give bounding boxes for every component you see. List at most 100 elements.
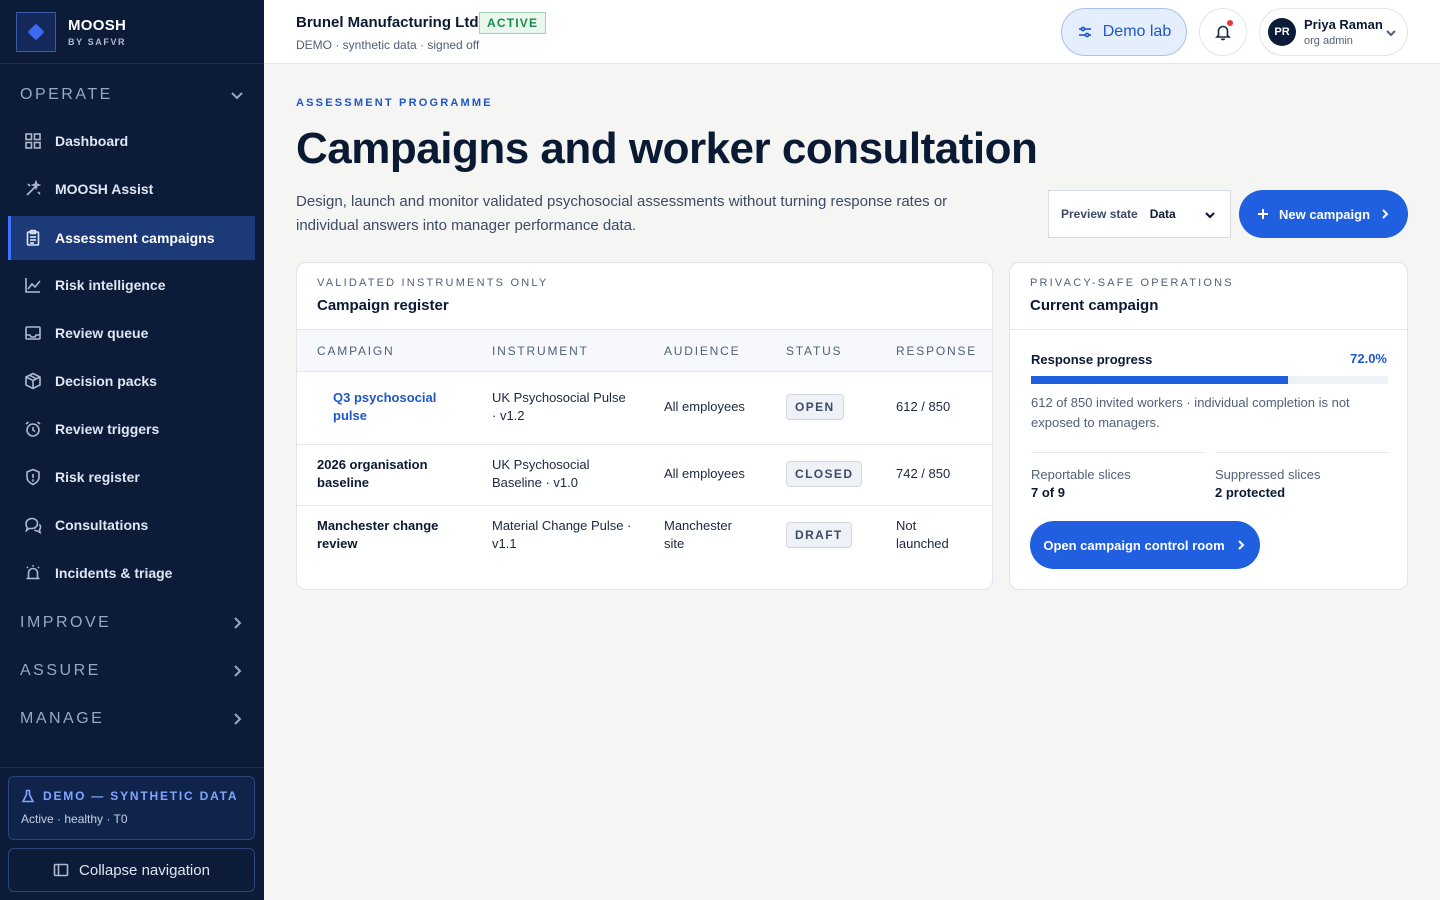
sparkle-wand-icon	[26, 180, 42, 196]
notification-dot	[1227, 20, 1233, 26]
demo-lab-button[interactable]: Demo lab	[1061, 8, 1187, 56]
sidebar-panel-icon	[53, 863, 69, 877]
response-progress-label: Response progress	[1031, 352, 1153, 367]
preview-state-value: Data	[1149, 207, 1176, 221]
org-subtitle: DEMO · synthetic data · signed off	[296, 38, 480, 52]
campaign-link[interactable]: Q3 psychosocial pulse	[333, 389, 453, 425]
section-manage-label: MANAGE	[20, 710, 105, 727]
sidebar-item-dashboard[interactable]: Dashboard	[8, 119, 255, 163]
register-title: Campaign register	[317, 297, 449, 314]
flask-icon	[21, 789, 35, 803]
preview-state-label: Preview state	[1061, 207, 1138, 221]
sidebar-item-review-triggers[interactable]: Review triggers	[8, 407, 255, 451]
instrument-cell: Material Change Pulse · v1.1	[492, 518, 632, 551]
sidebar-item-label: Review queue	[55, 325, 149, 341]
sidebar-item-incidents-triage[interactable]: Incidents & triage	[8, 551, 255, 595]
brand-subtitle: BY SAFVR	[68, 36, 127, 47]
chat-bubbles-icon	[25, 517, 42, 534]
trend-chart-icon	[25, 278, 41, 293]
sidebar-item-assessment-campaigns[interactable]: Assessment campaigns	[8, 216, 255, 260]
response-progress-value: 72.0%	[1350, 351, 1387, 366]
open-control-room-button[interactable]: Open campaign control room	[1030, 521, 1260, 569]
alarm-clock-icon	[25, 421, 41, 437]
user-menu-button[interactable]: PR Priya Raman org admin	[1259, 8, 1408, 56]
response-cell: Not launched	[896, 518, 949, 551]
status-badge: OPEN	[786, 394, 844, 420]
sidebar-item-decision-packs[interactable]: Decision packs	[8, 359, 255, 403]
topbar: Brunel Manufacturing Ltd ACTIVE DEMO · s…	[264, 0, 1440, 64]
table-header: CAMPAIGN INSTRUMENT AUDIENCE STATUS RESP…	[297, 330, 992, 372]
notifications-button[interactable]	[1199, 8, 1247, 56]
instrument-cell: UK Psychosocial Baseline · v1.0	[492, 457, 590, 490]
progress-bar	[1031, 376, 1388, 384]
audience-cell: All employees	[664, 399, 745, 414]
campaign-name: Manchester change review	[317, 518, 439, 551]
shield-icon	[26, 468, 40, 486]
org-name[interactable]: Brunel Manufacturing Ltd	[296, 14, 479, 31]
table-row[interactable]: 2026 organisation baseline UK Psychosoci…	[297, 445, 992, 506]
register-eyebrow: VALIDATED INSTRUMENTS ONLY	[317, 277, 549, 289]
section-assure[interactable]: ASSURE	[0, 647, 264, 695]
section-assure-label: ASSURE	[20, 662, 101, 679]
column-status: STATUS	[786, 344, 843, 358]
open-control-room-label: Open campaign control room	[1043, 537, 1225, 553]
new-campaign-button[interactable]: New campaign	[1239, 190, 1408, 238]
sidebar: MOOSH BY SAFVR OPERATE Dashboard MOOSH A…	[0, 0, 264, 900]
sidebar-item-label: Risk register	[55, 469, 140, 485]
progress-bar-fill	[1031, 376, 1289, 384]
progress-note: 612 of 850 invited workers · individual …	[1031, 395, 1350, 430]
chevron-right-icon	[1237, 540, 1245, 550]
column-audience: AUDIENCE	[664, 344, 741, 358]
current-campaign-card: PRIVACY-SAFE OPERATIONS Current campaign…	[1009, 262, 1408, 590]
chevron-right-icon	[234, 713, 242, 725]
brand-name: MOOSH	[68, 16, 127, 34]
table-row[interactable]: Manchester change review Material Change…	[297, 506, 992, 567]
preview-state-select[interactable]: Preview state Data	[1048, 190, 1231, 238]
user-role: org admin	[1304, 35, 1353, 47]
status-badge: CLOSED	[786, 461, 863, 487]
table-row[interactable]: Q3 psychosocial pulse UK Psychosocial Pu…	[297, 372, 992, 445]
logo-icon	[16, 11, 56, 52]
section-manage[interactable]: MANAGE	[0, 695, 264, 743]
chevron-down-icon	[1205, 212, 1215, 219]
suppressed-slices-value: 2 protected	[1215, 485, 1286, 500]
chevron-right-icon	[234, 665, 242, 677]
current-eyebrow: PRIVACY-SAFE OPERATIONS	[1030, 277, 1234, 289]
sidebar-divider	[0, 767, 264, 768]
section-improve-label: IMPROVE	[20, 614, 112, 631]
current-title: Current campaign	[1030, 297, 1159, 314]
sidebar-item-risk-register[interactable]: Risk register	[8, 455, 255, 499]
section-operate-label: OPERATE	[20, 86, 113, 103]
page-description: Design, launch and monitor validated psy…	[296, 193, 948, 234]
sidebar-item-label: Review triggers	[55, 421, 160, 437]
sidebar-item-label: Decision packs	[55, 373, 157, 389]
package-icon	[25, 372, 41, 390]
collapse-navigation-label: Collapse navigation	[79, 861, 210, 879]
sidebar-item-label: Assessment campaigns	[55, 230, 215, 246]
section-improve[interactable]: IMPROVE	[0, 599, 264, 647]
chevron-down-icon	[231, 92, 243, 100]
campaign-name: 2026 organisation baseline	[317, 457, 428, 490]
inbox-icon	[25, 326, 41, 340]
brand[interactable]: MOOSH BY SAFVR	[0, 0, 264, 64]
column-instrument: INSTRUMENT	[492, 344, 589, 358]
response-cell: 612 / 850	[896, 399, 951, 414]
campaign-register-card: VALIDATED INSTRUMENTS ONLY Campaign regi…	[296, 262, 993, 590]
user-name: Priya Raman	[1304, 17, 1383, 32]
sidebar-item-review-queue[interactable]: Review queue	[8, 311, 255, 355]
audience-cell: Manchester site	[664, 518, 732, 551]
section-operate[interactable]: OPERATE	[0, 71, 264, 119]
sidebar-item-label: Dashboard	[55, 133, 129, 149]
sidebar-item-risk-intelligence[interactable]: Risk intelligence	[8, 263, 255, 307]
demo-title: DEMO — SYNTHETIC DATA	[43, 789, 239, 803]
clipboard-icon	[26, 229, 40, 246]
demo-status-panel: DEMO — SYNTHETIC DATA Active · healthy ·…	[8, 776, 255, 840]
divider	[1031, 452, 1204, 453]
sliders-icon	[1078, 26, 1091, 38]
instrument-cell: UK Psychosocial Pulse · v1.2	[492, 390, 626, 423]
audience-cell: All employees	[664, 466, 745, 481]
avatar: PR	[1268, 18, 1296, 46]
sidebar-item-moosh-assist[interactable]: MOOSH Assist	[8, 167, 255, 211]
collapse-navigation-button[interactable]: Collapse navigation	[8, 848, 255, 892]
sidebar-item-consultations[interactable]: Consultations	[8, 503, 255, 547]
